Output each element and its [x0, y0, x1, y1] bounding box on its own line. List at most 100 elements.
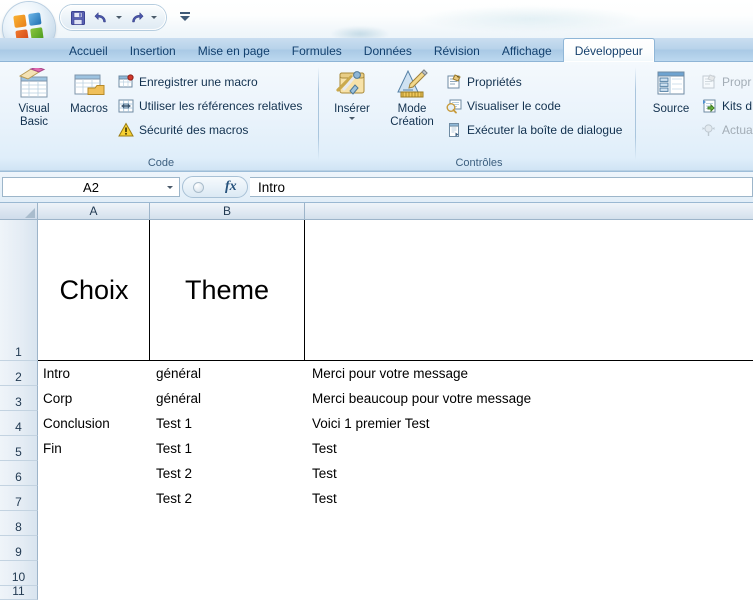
cell-b7[interactable]: Test 2 — [152, 486, 304, 511]
name-box-dropdown-arrow-icon[interactable] — [167, 186, 173, 189]
formula-bar: A2 fx Intro — [0, 172, 753, 203]
macros-label: Macros — [70, 103, 108, 115]
cell-a1[interactable]: Choix — [39, 220, 149, 360]
run-dialog-label: Exécuter la boîte de dialogue — [467, 123, 623, 137]
cell-c6[interactable]: Test — [308, 461, 748, 486]
insert-control-dropdown-arrow-icon[interactable] — [326, 117, 378, 120]
tab-accueil[interactable]: Accueil — [58, 40, 119, 62]
tab-developpeur[interactable]: Développeur — [562, 38, 655, 62]
insert-control-label: Insérer — [334, 103, 370, 115]
row-header-11[interactable]: 11 — [0, 584, 38, 600]
cell-b2[interactable]: général — [152, 361, 304, 386]
group-separator-2 — [635, 67, 636, 160]
design-mode-label-line1: Mode — [397, 103, 427, 115]
row-header-9[interactable]: 9 — [0, 536, 38, 561]
cell-a2[interactable]: Intro — [39, 361, 149, 386]
row-header-7[interactable]: 7 — [0, 486, 38, 511]
cell-c7[interactable]: Test — [308, 486, 748, 511]
row-header-5[interactable]: 5 — [0, 436, 38, 461]
column-header-a[interactable]: A — [38, 203, 150, 220]
macro-security-label: Sécurité des macros — [139, 123, 249, 137]
record-macro-icon — [118, 74, 134, 90]
cell-c3[interactable]: Merci beaucoup pour votre message — [308, 386, 748, 411]
view-code-label: Visualiser le code — [467, 99, 561, 113]
tab-affichage[interactable]: Affichage — [491, 40, 563, 62]
row-header-4[interactable]: 4 — [0, 411, 38, 436]
aero-glass-highlight — [420, 6, 640, 32]
refresh-data-icon — [701, 122, 717, 138]
cell-b3[interactable]: général — [152, 386, 304, 411]
cell-b6[interactable]: Test 2 — [152, 461, 304, 486]
formula-input[interactable]: Intro — [250, 177, 753, 197]
insert-function-icon[interactable]: fx — [225, 179, 237, 195]
xml-source-button[interactable]: Source — [645, 67, 697, 116]
undo-dropdown-arrow-icon[interactable] — [114, 8, 123, 27]
expansion-packs-item[interactable]: Kits d — [701, 95, 752, 117]
visual-basic-icon — [8, 67, 60, 101]
macro-security-item[interactable]: Sécurité des macros — [118, 119, 248, 141]
row-header-8[interactable]: 8 — [0, 511, 38, 536]
map-properties-item: Propr — [701, 71, 751, 93]
group-label-controls: Contrôles — [455, 157, 503, 169]
cell-b4[interactable]: Test 1 — [152, 411, 304, 436]
cell-b5[interactable]: Test 1 — [152, 436, 304, 461]
column-header-c[interactable] — [305, 203, 753, 220]
design-mode-icon — [382, 67, 442, 101]
record-macro-item[interactable]: Enregistrer une macro — [118, 71, 258, 93]
relative-references-icon — [118, 98, 134, 114]
macro-security-warning-icon — [118, 122, 134, 138]
macros-icon — [63, 67, 115, 101]
row-header-2[interactable]: 2 — [0, 361, 38, 386]
cancel-accept-circle-icon[interactable] — [193, 181, 205, 193]
name-box-value: A2 — [83, 179, 99, 195]
column-header-b[interactable]: B — [150, 203, 305, 220]
view-code-item[interactable]: Visualiser le code — [446, 95, 561, 117]
tab-donnees[interactable]: Données — [353, 40, 423, 62]
map-properties-label: Propr — [722, 75, 752, 89]
cell-a5[interactable]: Fin — [39, 436, 149, 461]
run-dialog-item[interactable]: Exécuter la boîte de dialogue — [446, 119, 622, 141]
quick-access-toolbar — [60, 5, 166, 30]
row-header-10[interactable]: 10 — [0, 561, 38, 586]
save-button[interactable] — [68, 8, 88, 27]
customize-quick-access-toolbar-button[interactable] — [178, 8, 192, 24]
run-dialog-icon — [446, 122, 462, 138]
cell-b1[interactable]: Theme — [150, 220, 304, 360]
refresh-data-item: Actua — [701, 119, 753, 141]
design-mode-button[interactable]: Mode Création — [382, 67, 442, 129]
row-header-1[interactable]: 1 — [0, 220, 38, 361]
record-macro-label: Enregistrer une macro — [139, 75, 258, 89]
ribbon-group-xml: Source Propr Kits d Actua — [639, 63, 753, 170]
tab-revision[interactable]: Révision — [423, 40, 491, 62]
tab-formules[interactable]: Formules — [281, 40, 353, 62]
cell-a4[interactable]: Conclusion — [39, 411, 149, 436]
view-code-icon — [446, 98, 462, 114]
name-box[interactable]: A2 — [2, 177, 180, 197]
macros-button[interactable]: Macros — [63, 67, 115, 116]
cell-c4[interactable]: Voici 1 premier Test — [308, 411, 748, 436]
map-properties-icon — [701, 74, 717, 90]
cell-c5[interactable]: Test — [308, 436, 748, 461]
expansion-packs-label: Kits d — [722, 99, 753, 113]
properties-icon — [446, 74, 462, 90]
xml-source-icon — [645, 67, 697, 101]
spreadsheet-grid: A B 1 2 3 4 5 6 7 8 9 10 11 Choix Theme … — [0, 203, 753, 600]
redo-button[interactable] — [126, 8, 146, 27]
select-all-corner-button[interactable] — [0, 203, 38, 220]
visual-basic-button[interactable]: Visual Basic — [8, 67, 60, 129]
properties-item[interactable]: Propriétés — [446, 71, 522, 93]
expansion-packs-icon — [701, 98, 717, 114]
refresh-data-label: Actua — [722, 123, 753, 137]
tab-mise-en-page[interactable]: Mise en page — [187, 40, 281, 62]
ribbon-group-controls: Insérer Mode Création Propriétés Visuali… — [322, 63, 636, 170]
cell-a3[interactable]: Corp — [39, 386, 149, 411]
use-relative-references-item[interactable]: Utiliser les références relatives — [118, 95, 302, 117]
tab-insertion[interactable]: Insertion — [119, 40, 187, 62]
row-header-6[interactable]: 6 — [0, 461, 38, 486]
cell-c2[interactable]: Merci pour votre message — [308, 361, 748, 386]
row-header-3[interactable]: 3 — [0, 386, 38, 411]
cell-border-b1-right — [304, 220, 305, 361]
redo-dropdown-arrow-icon[interactable] — [149, 8, 158, 27]
undo-button[interactable] — [91, 8, 111, 27]
insert-control-button[interactable]: Insérer — [326, 67, 378, 120]
